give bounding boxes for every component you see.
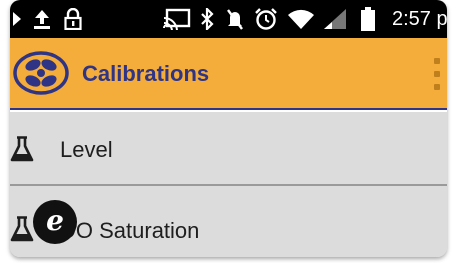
app-bar: Calibrations	[10, 38, 447, 110]
upload-icon	[32, 0, 52, 38]
status-time: 2:57 p	[392, 8, 447, 30]
cast-icon	[163, 0, 191, 38]
mute-icon	[225, 0, 245, 38]
flask-icon	[10, 216, 34, 242]
status-bar: 2:57 p	[10, 0, 447, 38]
watermark-badge: e	[33, 200, 77, 244]
bluetooth-icon	[199, 0, 215, 38]
badge-letter: e	[46, 203, 64, 237]
page-title: Calibrations	[82, 61, 210, 86]
overflow-menu-icon[interactable]	[434, 58, 447, 90]
list-item-label: DO Saturation	[60, 218, 200, 243]
propeller-logo	[12, 50, 70, 96]
alarm-icon	[254, 0, 278, 38]
video-icon	[10, 0, 24, 38]
list-item-label: Level	[60, 137, 113, 162]
lock-icon	[63, 0, 83, 38]
wifi-icon	[287, 0, 315, 38]
flask-icon	[10, 136, 34, 162]
signal-icon	[322, 0, 348, 38]
list-item-level[interactable]: Level	[10, 112, 447, 186]
calibration-list: Level DO Saturation	[10, 112, 447, 257]
battery-icon	[359, 0, 377, 38]
